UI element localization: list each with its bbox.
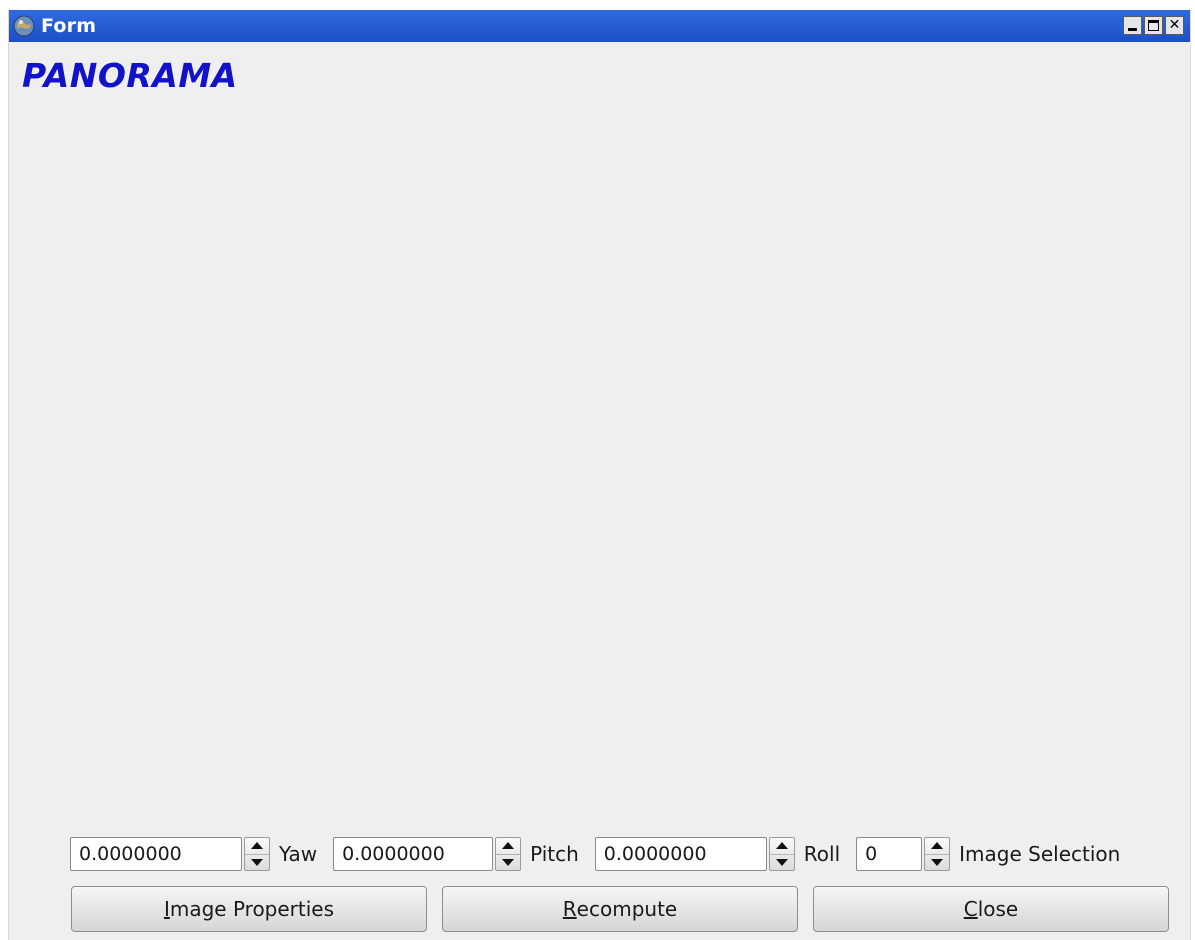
spin-up-icon[interactable]: [769, 838, 794, 855]
minimize-icon[interactable]: [1123, 16, 1142, 35]
spin-up-icon[interactable]: [245, 838, 269, 855]
pitch-input[interactable]: 0.0000000: [333, 837, 494, 871]
yaw-input[interactable]: 0.0000000: [70, 837, 242, 871]
close-button[interactable]: Close: [813, 886, 1169, 932]
recompute-button[interactable]: Recompute: [442, 886, 798, 932]
roll-label: Roll: [803, 842, 841, 866]
image-selection-stepper[interactable]: [924, 837, 951, 871]
page-title: PANORAMA: [22, 56, 238, 95]
title-bar[interactable]: Form ✕: [9, 10, 1190, 42]
form-window: Form ✕ PANORAMA 0.0000000 Yaw 0.0000000 …: [8, 10, 1191, 940]
image-selection-input[interactable]: 0: [856, 837, 923, 871]
image-properties-button[interactable]: Image Properties: [71, 886, 427, 932]
yaw-spinbox: 0.0000000: [70, 837, 270, 871]
window-controls: ✕: [1123, 16, 1184, 35]
spin-down-icon[interactable]: [496, 855, 520, 871]
window-title: Form: [41, 15, 97, 37]
spin-down-icon[interactable]: [925, 855, 949, 871]
spin-down-icon[interactable]: [770, 855, 794, 871]
orientation-controls: 0.0000000 Yaw 0.0000000 Pitch 0.0000000 …: [70, 836, 1120, 872]
maximize-icon[interactable]: [1144, 16, 1163, 35]
globe-icon: [13, 15, 35, 37]
close-mnemonic: C: [963, 897, 978, 921]
yaw-stepper[interactable]: [244, 837, 270, 871]
roll-stepper[interactable]: [768, 837, 795, 871]
spin-up-icon[interactable]: [925, 838, 950, 855]
pitch-label: Pitch: [530, 842, 579, 866]
recompute-mnemonic: R: [562, 897, 577, 921]
image-selection-label: Image Selection: [959, 842, 1121, 866]
pitch-spinbox: 0.0000000: [333, 837, 522, 871]
spin-down-icon[interactable]: [245, 855, 269, 871]
image-properties-label: mage Properties: [169, 897, 335, 921]
close-label: lose: [977, 897, 1019, 921]
yaw-label: Yaw: [279, 842, 318, 866]
recompute-label: ecompute: [576, 897, 678, 921]
spin-up-icon[interactable]: [496, 838, 521, 855]
action-buttons: Image Properties Recompute Close: [71, 886, 1169, 932]
roll-input[interactable]: 0.0000000: [594, 837, 767, 871]
roll-spinbox: 0.0000000: [594, 837, 795, 871]
pitch-stepper[interactable]: [495, 837, 522, 871]
close-icon[interactable]: ✕: [1165, 16, 1184, 35]
image-selection-spinbox: 0: [856, 837, 951, 871]
